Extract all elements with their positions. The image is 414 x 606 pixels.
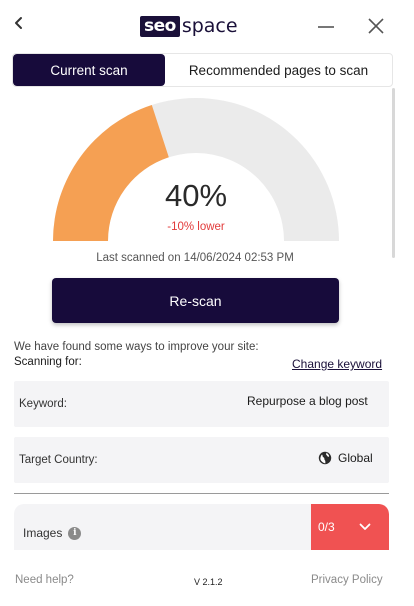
rescan-button[interactable]: Re-scan bbox=[52, 278, 339, 323]
target-country-label: Target Country: bbox=[19, 454, 98, 466]
minimize-button[interactable] bbox=[316, 16, 336, 36]
chevron-down-icon bbox=[359, 523, 371, 530]
logo-highlight: seo bbox=[140, 15, 180, 37]
target-country-value: Global bbox=[318, 451, 373, 465]
images-card[interactable]: Images i 0/3 bbox=[14, 504, 389, 550]
need-help-link[interactable]: Need help? bbox=[15, 574, 74, 586]
minimize-icon bbox=[318, 26, 334, 28]
change-keyword-link[interactable]: Change keyword bbox=[292, 357, 382, 371]
score-value: 40% bbox=[164, 178, 228, 213]
keyword-row: Keyword: Repurpose a blog post bbox=[14, 381, 389, 427]
images-count: 0/3 bbox=[318, 520, 335, 534]
globe-icon bbox=[318, 451, 332, 465]
images-label: Images bbox=[23, 526, 63, 540]
target-country-text: Global bbox=[338, 451, 373, 465]
tab-current-scan[interactable]: Current scan bbox=[13, 54, 165, 86]
privacy-policy-link[interactable]: Privacy Policy bbox=[311, 574, 383, 586]
close-icon bbox=[368, 18, 384, 34]
score-delta: -10% lower bbox=[167, 221, 225, 233]
images-label-group: Images i bbox=[23, 526, 82, 540]
target-country-row: Target Country: Global bbox=[14, 437, 389, 483]
tab-recommended-pages[interactable]: Recommended pages to scan bbox=[165, 54, 392, 86]
section-divider bbox=[14, 493, 389, 494]
version-label: V 2.1.2 bbox=[194, 577, 223, 587]
improve-message: We have found some ways to improve your … bbox=[14, 341, 259, 353]
last-scanned-text: Last scanned on 14/06/2024 02:53 PM bbox=[96, 252, 294, 264]
chevron-left-icon bbox=[15, 17, 22, 29]
back-button[interactable] bbox=[10, 12, 30, 34]
close-button[interactable] bbox=[366, 16, 386, 36]
logo: seo space bbox=[140, 15, 238, 37]
scrollbar-thumb[interactable] bbox=[392, 88, 395, 258]
info-icon[interactable]: i bbox=[68, 526, 82, 540]
header: seo space bbox=[0, 0, 414, 52]
keyword-value: Repurpose a blog post bbox=[247, 394, 368, 408]
tab-bar: Current scan Recommended pages to scan bbox=[12, 53, 393, 87]
images-expand-button[interactable]: 0/3 bbox=[311, 504, 389, 550]
logo-text: space bbox=[181, 15, 238, 37]
keyword-label: Keyword: bbox=[19, 398, 67, 410]
scanning-for-label: Scanning for: bbox=[14, 356, 82, 368]
